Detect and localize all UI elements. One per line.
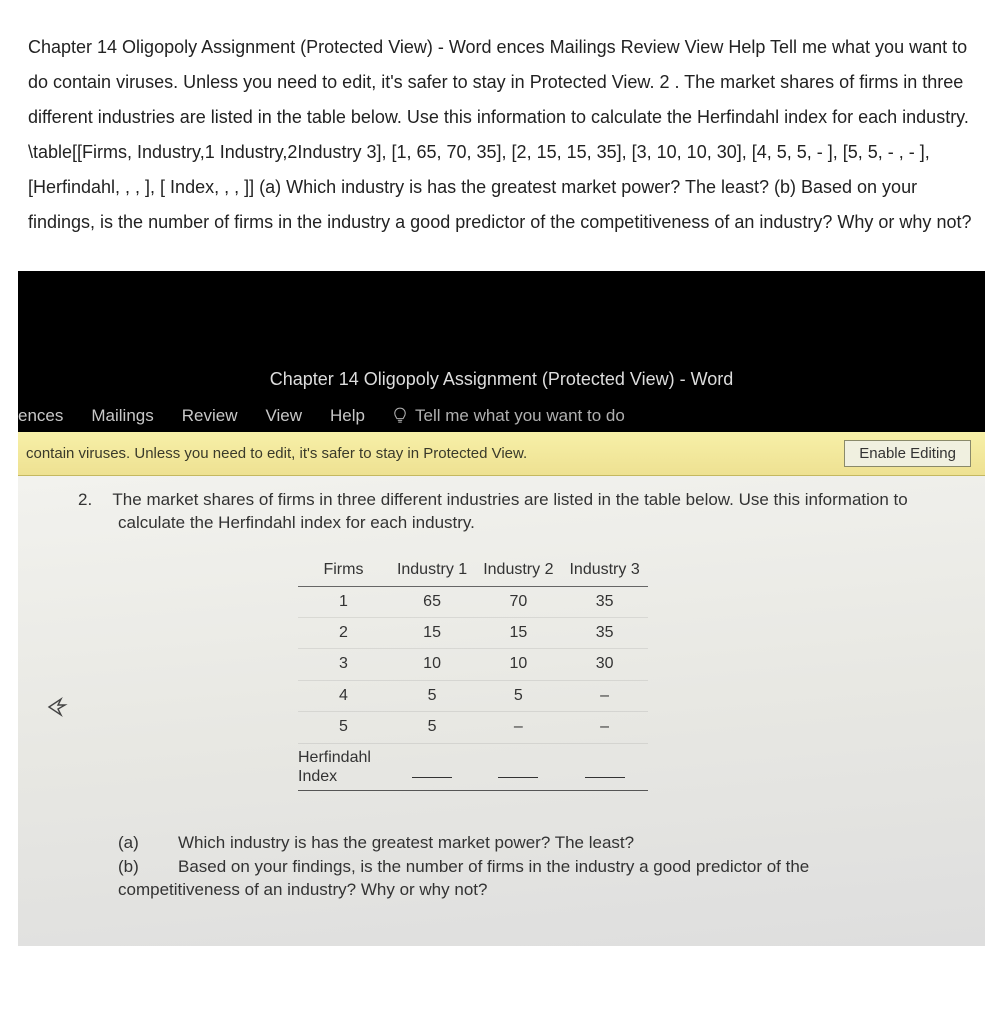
- sub-a-label: (a): [118, 831, 148, 855]
- protected-message: contain viruses. Unless you need to edit…: [26, 445, 824, 462]
- window-title: Chapter 14 Oligopoly Assignment (Protect…: [18, 361, 985, 400]
- sub-a-text: Which industry is has the greatest marke…: [178, 831, 915, 855]
- market-share-table: Firms Industry 1 Industry 2 Industry 3 1…: [298, 555, 915, 791]
- sub-b-label: (b): [118, 855, 148, 879]
- ribbon-tabs: ences Mailings Review View Help Tell me …: [18, 400, 985, 432]
- enable-editing-button[interactable]: Enable Editing: [844, 440, 971, 467]
- table-row: 4 5 5 –: [298, 680, 648, 711]
- tab-mailings[interactable]: Mailings: [91, 406, 153, 426]
- question-prompt: Chapter 14 Oligopoly Assignment (Protect…: [0, 0, 1003, 261]
- col-industry-1: Industry 1: [389, 555, 475, 586]
- table-body: 1 65 70 35 2 15 15 35 3: [298, 586, 648, 790]
- question-number: 2.: [78, 488, 108, 512]
- blank-industry-2: [498, 759, 538, 778]
- tab-review[interactable]: Review: [182, 406, 238, 426]
- col-industry-3: Industry 3: [561, 555, 647, 586]
- herfindahl-row: Herfindahl Index: [298, 743, 648, 790]
- tell-me-label: Tell me what you want to do: [415, 406, 625, 426]
- blank-industry-1: [412, 759, 452, 778]
- table-row: 1 65 70 35: [298, 586, 648, 617]
- tab-help[interactable]: Help: [330, 406, 365, 426]
- sub-b-continuation: competitiveness of an industry? Why or w…: [118, 878, 915, 902]
- protected-view-bar: contain viruses. Unless you need to edit…: [18, 432, 985, 476]
- col-firms: Firms: [298, 555, 389, 586]
- tell-me-search[interactable]: Tell me what you want to do: [393, 406, 625, 426]
- table-row: 2 15 15 35: [298, 617, 648, 648]
- table-row: 3 10 10 30: [298, 649, 648, 680]
- document-page: 2. The market shares of firms in three d…: [18, 476, 985, 946]
- lightbulb-icon: [393, 407, 407, 425]
- screenshot-frame: Chapter 14 Oligopoly Assignment (Protect…: [18, 271, 985, 946]
- table-row: 5 5 – –: [298, 712, 648, 743]
- tab-view[interactable]: View: [265, 406, 302, 426]
- blank-industry-3: [585, 759, 625, 778]
- sub-questions: (a) Which industry is has the greatest m…: [118, 831, 915, 902]
- col-industry-2: Industry 2: [475, 555, 561, 586]
- sub-b-text: Based on your findings, is the number of…: [178, 855, 915, 879]
- question-intro: The market shares of firms in three diff…: [112, 490, 907, 533]
- tab-references-partial[interactable]: ences: [18, 406, 63, 426]
- cursor-arrow-icon: [46, 696, 68, 724]
